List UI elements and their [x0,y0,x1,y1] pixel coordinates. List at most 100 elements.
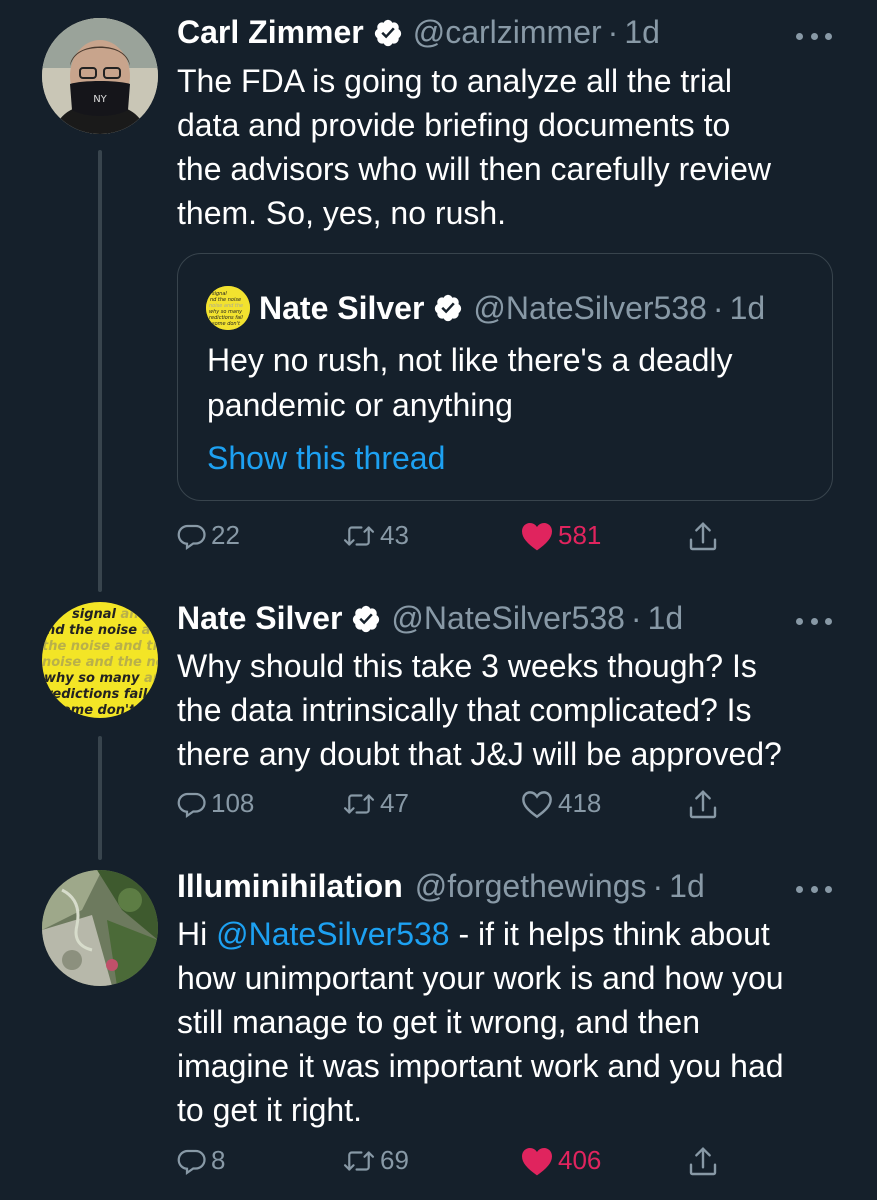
verified-badge-icon [435,294,462,322]
separator-dot: · [652,868,664,904]
text-segment: - if it helps think about [449,916,770,952]
tweet-text: Why should this take 3 weeks though? Is … [177,644,847,776]
tweet-header: Nate Silver @NateSilver538 · 1d [177,600,683,637]
quote-text: Hey no rush, not like there's a deadly p… [207,338,807,428]
like-count: 406 [558,1145,602,1175]
tweet-text-line: still manage to get it wrong, and then [177,1004,700,1040]
share-icon [689,790,717,819]
avatar[interactable]: signal an nd the noise a the noise and t… [42,602,158,718]
author-handle[interactable]: @forgethewings [415,868,647,905]
like-button[interactable]: 581 [520,520,601,551]
separator-dot: · [607,14,619,50]
timestamp[interactable]: 1d [648,600,684,637]
reply-button[interactable]: 108 [177,788,254,819]
svg-text:some don't: some don't [54,703,136,718]
share-icon [689,1147,717,1176]
svg-text:redictions fail: redictions fail [46,687,148,702]
mention-link[interactable]: @NateSilver538 [216,916,449,952]
tweet-text-line: imagine it was important work and you ha… [177,1048,784,1084]
retweet-count: 47 [380,788,409,818]
share-button[interactable] [687,520,719,554]
retweet-icon [343,793,375,814]
retweet-count: 69 [380,1145,409,1175]
reply-icon [177,1149,206,1175]
svg-text:signal an: signal an [72,607,139,622]
retweet-icon [343,525,375,546]
avatar[interactable] [42,870,158,986]
tweet-text-line: data and provide briefing documents to [177,107,731,143]
tweet-text-line: them. So, yes, no rush. [177,195,507,231]
thread-line-1 [98,150,102,592]
tweet-header: Illuminihilation @forgethewings · 1d [177,868,705,905]
svg-text:some don't: some don't [212,321,241,327]
tweet-text-line: The FDA is going to analyze all the tria… [177,63,732,99]
retweet-icon [343,1150,375,1171]
tweet-text: Hi @NateSilver538 - if it helps think ab… [177,912,847,1132]
quote-text-line: pandemic or anything [207,387,513,423]
author-handle[interactable]: @carlzimmer [413,14,602,51]
quote-author-handle[interactable]: @NateSilver538 [473,290,706,327]
more-icon[interactable] [796,615,832,627]
verified-badge-icon [353,605,380,632]
verified-badge-icon [374,19,401,46]
svg-text:the noise and th: the noise and th [42,639,158,654]
like-button[interactable]: 418 [520,788,601,819]
tweet-text-line: how unimportant your work is and how you [177,960,784,996]
show-thread-link[interactable]: Show this thread [207,440,445,477]
more-icon[interactable] [796,883,832,895]
text-segment: Hi [177,916,217,952]
quote-header: signal nd the noise noise and the why so… [206,286,765,330]
reply-count: 8 [211,1145,226,1175]
tweet-text-line: Hi @NateSilver538 - if it helps think ab… [177,912,847,956]
retweet-button[interactable]: 47 [342,788,409,819]
like-icon [522,790,552,818]
separator-dot: · [630,600,642,636]
tweet-text: The FDA is going to analyze all the tria… [177,59,847,235]
reply-icon [177,524,206,550]
reply-icon [177,792,206,818]
svg-text:nd the noise a: nd the noise a [46,623,150,638]
author-name[interactable]: Nate Silver [177,600,342,637]
thread-line-2 [98,736,102,860]
svg-text:NY: NY [93,94,107,105]
tweet-text-line: Why should this take 3 weeks though? Is [177,648,757,684]
separator-dot: · [712,289,724,326]
tweet-text-line: there any doubt that J&J will be approve… [177,736,782,772]
tweet-actions: 108 47 418 [177,788,737,828]
reply-button[interactable]: 8 [177,1145,225,1176]
retweet-count: 43 [380,520,409,550]
more-icon[interactable] [796,30,832,42]
timestamp[interactable]: 1d [624,14,660,51]
quote-avatar[interactable]: signal nd the noise noise and the why so… [206,286,250,330]
tweet-actions: 8 69 406 [177,1145,737,1185]
share-button[interactable] [687,788,719,822]
reply-count: 108 [211,788,255,818]
svg-text:noise and the no: noise and the no [42,655,158,670]
reply-button[interactable]: 22 [177,520,240,551]
quote-author-name[interactable]: Nate Silver [259,290,424,327]
retweet-button[interactable]: 69 [342,1145,409,1176]
like-icon [522,522,552,550]
author-handle[interactable]: @NateSilver538 [391,600,624,637]
reply-count: 22 [211,520,240,550]
retweet-button[interactable]: 43 [342,520,409,551]
tweet-text-line: to get it right. [177,1092,362,1128]
like-button[interactable]: 406 [520,1145,601,1176]
avatar[interactable]: NY [42,18,158,134]
tweet-text-line: the advisors who will then carefully rev… [177,151,772,187]
author-name[interactable]: Carl Zimmer [177,14,364,51]
tweet-actions: 22 43 581 [177,520,737,560]
timestamp[interactable]: 1d [669,868,705,905]
like-count: 581 [558,520,602,550]
tweet-text-line: the data intrinsically that complicated?… [177,692,752,728]
like-count: 418 [558,788,602,818]
share-button[interactable] [687,1145,719,1179]
tweet-header: Carl Zimmer @carlzimmer · 1d [177,14,660,51]
share-icon [689,522,717,551]
author-name[interactable]: Illuminihilation [177,868,403,905]
quoted-tweet[interactable]: signal nd the noise noise and the why so… [177,253,833,501]
like-icon [522,1147,552,1175]
quote-timestamp[interactable]: 1d [730,290,766,327]
quote-text-line: Hey no rush, not like there's a deadly [207,342,733,378]
svg-text:why so many an: why so many an [44,671,158,686]
